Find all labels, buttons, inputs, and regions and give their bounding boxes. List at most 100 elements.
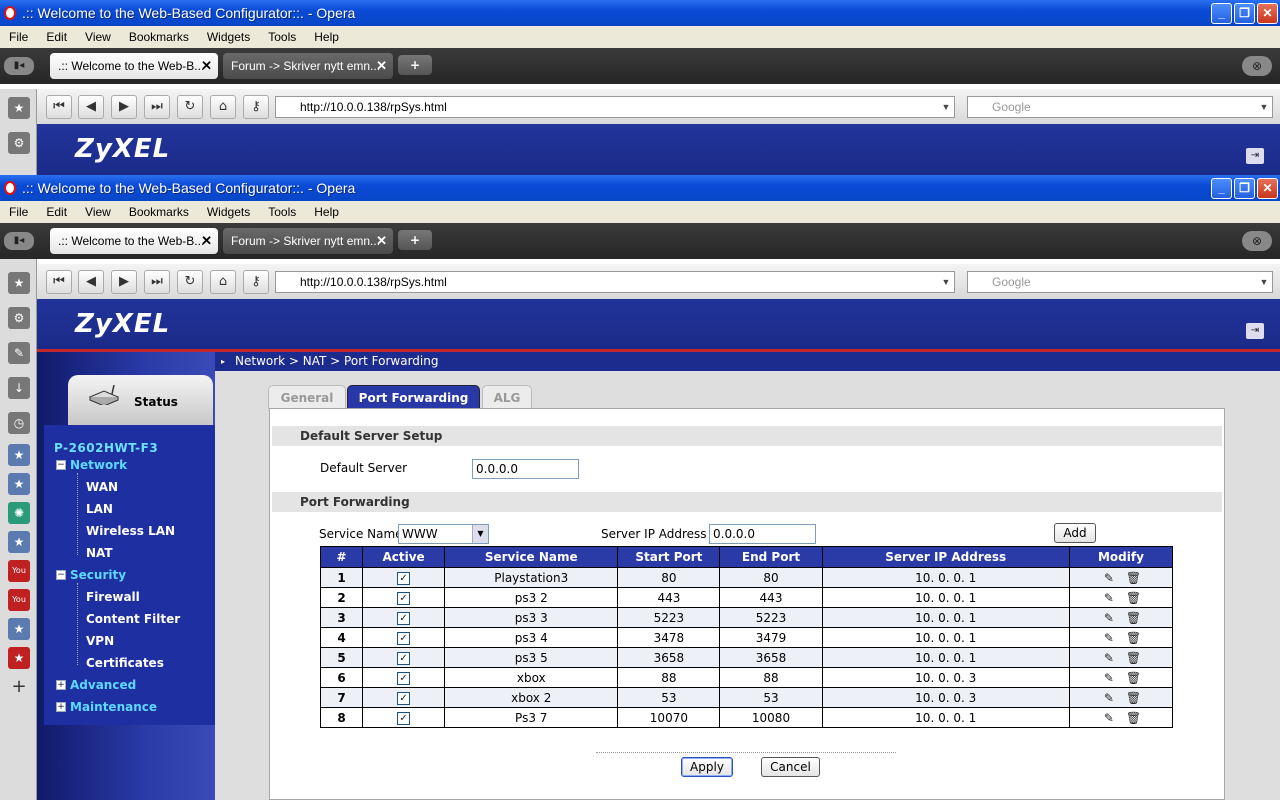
tab-close-icon[interactable]: ✕ — [201, 58, 212, 74]
active-checkbox[interactable]: ✓ — [397, 632, 411, 645]
tab-forum[interactable]: Forum -> Skriver nytt emn... ✕ — [223, 53, 393, 79]
expand-icon[interactable]: + — [56, 702, 66, 712]
edit-icon[interactable]: ✎ — [1102, 711, 1116, 725]
menu-view[interactable]: View — [76, 205, 120, 219]
edit-icon[interactable]: ✎ — [1102, 631, 1116, 645]
cancel-button[interactable]: Cancel — [761, 757, 820, 777]
minimize-button[interactable]: _ — [1211, 2, 1232, 24]
panel-toggle-icon[interactable]: ▮◂ — [4, 232, 34, 250]
edit-icon[interactable]: ✎ — [1102, 671, 1116, 685]
search-field[interactable]: Google ▼ — [967, 96, 1273, 118]
menu-tools[interactable]: Tools — [259, 205, 305, 219]
chevron-down-icon[interactable]: ▼ — [472, 525, 488, 543]
active-checkbox[interactable]: ✓ — [397, 692, 411, 705]
chevron-down-icon[interactable]: ▼ — [1256, 97, 1272, 117]
bookmark-icon[interactable]: ★ — [8, 531, 30, 553]
tab-general[interactable]: General — [268, 385, 346, 409]
expand-icon[interactable]: + — [56, 680, 66, 690]
bookmark-icon[interactable]: ★ — [8, 618, 30, 640]
active-checkbox[interactable]: ✓ — [397, 712, 411, 725]
reload-icon[interactable]: ↻ — [177, 270, 203, 294]
menu-tools[interactable]: Tools — [259, 30, 305, 44]
add-button[interactable]: Add — [1054, 523, 1096, 543]
delete-icon[interactable]: 🗑 — [1126, 631, 1141, 645]
history-panel-icon[interactable]: ◷ — [8, 412, 30, 434]
menu-help[interactable]: Help — [305, 205, 348, 219]
panel-toggle-icon[interactable]: ▮◂ — [4, 57, 34, 75]
home-icon[interactable]: ⌂ — [210, 270, 236, 294]
reload-icon[interactable]: ↻ — [177, 95, 203, 119]
menu-file[interactable]: File — [0, 205, 37, 219]
nav-vpn[interactable]: VPN — [86, 634, 114, 648]
edit-icon[interactable]: ✎ — [1102, 651, 1116, 665]
nav-advanced[interactable]: Advanced — [70, 678, 136, 692]
active-checkbox[interactable]: ✓ — [397, 672, 411, 685]
menu-bookmarks[interactable]: Bookmarks — [120, 205, 198, 219]
forward-icon[interactable]: ▶ — [111, 95, 137, 119]
chevron-down-icon[interactable]: ▼ — [938, 97, 954, 117]
menu-widgets[interactable]: Widgets — [198, 30, 259, 44]
nav-wan[interactable]: WAN — [86, 480, 118, 494]
youtube-icon[interactable]: You — [8, 589, 30, 611]
edit-icon[interactable]: ✎ — [1102, 691, 1116, 705]
edit-icon[interactable]: ✎ — [1102, 591, 1116, 605]
nav-nat[interactable]: NAT — [86, 546, 113, 560]
bookmarks-panel-icon[interactable]: ★ — [8, 97, 30, 119]
address-field[interactable]: http://10.0.0.138/rpSys.html ▼ — [275, 271, 955, 293]
maximize-button[interactable]: ❐ — [1234, 177, 1255, 199]
edit-icon[interactable]: ✎ — [1102, 611, 1116, 625]
closed-tabs-icon[interactable]: ⊗ — [1242, 231, 1272, 251]
maximize-button[interactable]: ❐ — [1234, 2, 1255, 24]
rewind-icon[interactable]: ⏮ — [46, 95, 72, 119]
menu-file[interactable]: File — [0, 30, 37, 44]
back-icon[interactable]: ◀ — [78, 270, 104, 294]
add-panel-icon[interactable]: + — [8, 676, 30, 698]
nav-content-filter[interactable]: Content Filter — [86, 612, 180, 626]
nav-wireless-lan[interactable]: Wireless LAN — [86, 524, 175, 538]
logout-icon[interactable]: ⇥ — [1246, 323, 1264, 339]
menu-bookmarks[interactable]: Bookmarks — [120, 30, 198, 44]
delete-icon[interactable]: 🗑 — [1126, 671, 1141, 685]
status-tab[interactable]: Status — [68, 375, 213, 425]
tab-close-icon[interactable]: ✕ — [376, 233, 387, 249]
tab-close-icon[interactable]: ✕ — [376, 58, 387, 74]
bookmark-icon[interactable]: ★ — [8, 647, 30, 669]
logout-icon[interactable]: ⇥ — [1246, 148, 1264, 164]
apply-button[interactable]: Apply — [681, 757, 733, 777]
youtube-icon[interactable]: You — [8, 560, 30, 582]
home-icon[interactable]: ⌂ — [210, 95, 236, 119]
menu-widgets[interactable]: Widgets — [198, 205, 259, 219]
delete-icon[interactable]: 🗑 — [1126, 651, 1141, 665]
delete-icon[interactable]: 🗑 — [1126, 591, 1141, 605]
wand-icon[interactable]: ⚷ — [243, 95, 269, 119]
active-checkbox[interactable]: ✓ — [397, 652, 411, 665]
widgets-panel-icon[interactable]: ⚙ — [8, 307, 30, 329]
tab-configurator[interactable]: .:: Welcome to the Web-B... ✕ — [50, 53, 218, 79]
widgets-panel-icon[interactable]: ⚙ — [8, 132, 30, 154]
forward-icon[interactable]: ▶ — [111, 270, 137, 294]
bookmark-icon[interactable]: ★ — [8, 473, 30, 495]
collapse-icon[interactable]: − — [56, 460, 66, 470]
nav-maintenance[interactable]: Maintenance — [70, 700, 157, 714]
wand-icon[interactable]: ⚷ — [243, 270, 269, 294]
nav-network[interactable]: Network — [70, 458, 127, 472]
address-field[interactable]: http://10.0.0.138/rpSys.html ▼ — [275, 96, 955, 118]
delete-icon[interactable]: 🗑 — [1126, 691, 1141, 705]
closed-tabs-icon[interactable]: ⊗ — [1242, 56, 1272, 76]
minimize-button[interactable]: _ — [1211, 177, 1232, 199]
transfers-panel-icon[interactable]: ↓ — [8, 377, 30, 399]
close-window-button[interactable]: ✕ — [1257, 2, 1278, 24]
bookmark-icon[interactable]: ★ — [8, 444, 30, 466]
collapse-icon[interactable]: − — [56, 570, 66, 580]
server-ip-input[interactable]: 0.0.0.0 — [709, 524, 816, 544]
active-checkbox[interactable]: ✓ — [397, 612, 411, 625]
bookmarks-panel-icon[interactable]: ★ — [8, 272, 30, 294]
tab-port-forwarding[interactable]: Port Forwarding — [347, 385, 480, 409]
delete-icon[interactable]: 🗑 — [1126, 611, 1141, 625]
edit-icon[interactable]: ✎ — [1102, 571, 1116, 585]
active-checkbox[interactable]: ✓ — [397, 592, 411, 605]
new-tab-icon[interactable]: + — [398, 55, 432, 75]
menu-help[interactable]: Help — [305, 30, 348, 44]
default-server-input[interactable]: 0.0.0.0 — [472, 459, 579, 479]
tab-forum[interactable]: Forum -> Skriver nytt emn... ✕ — [223, 228, 393, 254]
